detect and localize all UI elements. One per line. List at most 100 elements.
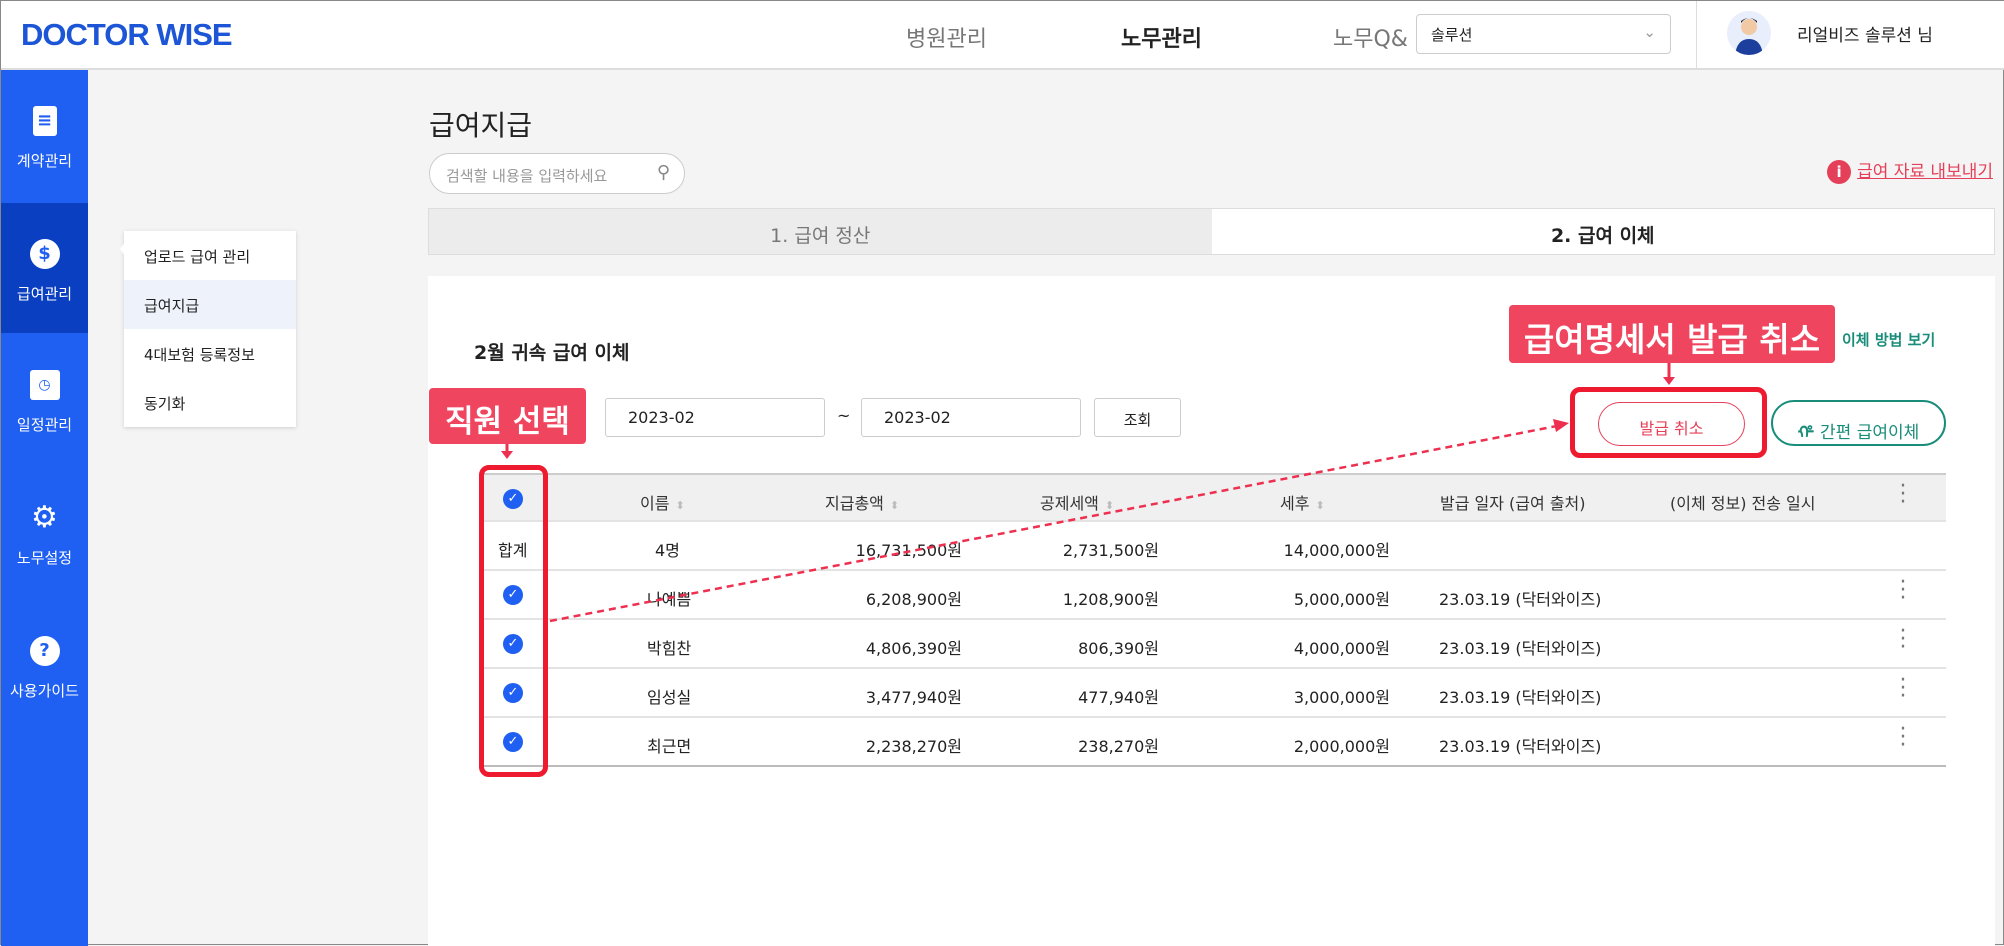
- total-deduction: 2,731,500원: [1062, 541, 1159, 560]
- tab-settlement[interactable]: 1. 급여 정산: [429, 209, 1212, 254]
- header-label: 공제세액: [1040, 494, 1099, 513]
- user-menu[interactable]: 리얼비즈 솔루션 님: [1696, 1, 2004, 70]
- total-count: 4명: [655, 541, 680, 560]
- solution-select[interactable]: 솔루션 ⌄: [1416, 14, 1671, 54]
- employee-name: 박힘찬: [647, 639, 692, 658]
- sidebar-item-payroll[interactable]: $ 급여관리: [1, 203, 88, 333]
- issued-date: 23.03.19 (닥터와이즈): [1439, 639, 1602, 658]
- sidebar-label: 계약관리: [16, 152, 73, 170]
- row-menu-icon[interactable]: · · ·: [1898, 621, 1908, 659]
- chevron-down-icon: ⌄: [1643, 23, 1656, 41]
- header-sent: (이체 정보) 전송 일시: [1670, 494, 1816, 513]
- employee-name: 나예쁨: [647, 590, 692, 609]
- sort-icon: ⬍: [1315, 499, 1325, 512]
- sidebar-item-schedule[interactable]: ◷ 일정관리: [1, 334, 88, 464]
- header-label: 이름: [640, 494, 670, 513]
- sidebar-label: 노무설정: [16, 549, 73, 567]
- sidebar-item-settings[interactable]: ⚙ 노무설정: [1, 467, 88, 597]
- date-separator: ~: [837, 406, 851, 425]
- gross-amount: 3,477,940원: [865, 688, 962, 707]
- sort-icon: ⬍: [675, 499, 685, 512]
- issued-date: 23.03.19 (닥터와이즈): [1439, 590, 1602, 609]
- total-gross: 16,731,500원: [855, 541, 962, 560]
- transfer-logo-icon: ᡥ: [1797, 423, 1815, 443]
- top-header: DOCTOR WISE 병원관리 노무관리 노무Q& 솔루션 ⌄ 리얼비즈 솔루션…: [1, 1, 2004, 70]
- page-title: 급여지급: [429, 109, 533, 142]
- document-icon: ≡: [32, 106, 57, 136]
- header-gross[interactable]: 지급총액 ⬍: [825, 490, 899, 514]
- search-input[interactable]: 검색할 내용을 입력하세요 ⚲: [429, 153, 685, 194]
- submenu-payment[interactable]: 급여지급: [124, 280, 296, 329]
- gear-icon: ⚙: [31, 500, 58, 535]
- employee-name: 최근면: [647, 737, 692, 756]
- table-row[interactable]: ✓ 박힘찬 4,806,390원 806,390원 4,000,000원 23.…: [480, 620, 1946, 669]
- tabs: 1. 급여 정산 2. 급여 이체: [428, 208, 1995, 255]
- header-name[interactable]: 이름 ⬍: [640, 490, 685, 514]
- table-header: ✓ 이름 ⬍ 지급총액 ⬍ 공제세액 ⬍ 세후 ⬍ 발급 일자 (급여 출처) (이체 …: [480, 473, 1946, 522]
- query-button[interactable]: 조회: [1094, 398, 1181, 437]
- export-link[interactable]: i 급여 자료 내보내기: [1827, 157, 1993, 184]
- question-icon: ?: [29, 636, 60, 666]
- search-placeholder: 검색할 내용을 입력하세요: [446, 167, 608, 185]
- table-row[interactable]: ✓ 나예쁨 6,208,900원 1,208,900원 5,000,000원 2…: [480, 571, 1946, 620]
- highlight-cancel: [1570, 387, 1767, 458]
- deduction-amount: 477,940원: [1078, 688, 1159, 707]
- header-deduction[interactable]: 공제세액 ⬍: [1040, 490, 1114, 514]
- header-label: 지급총액: [825, 494, 884, 513]
- gross-amount: 2,238,270원: [865, 737, 962, 756]
- how-to-link[interactable]: 이체 방법 보기: [1842, 329, 1935, 350]
- tab-transfer[interactable]: 2. 급여 이체: [1211, 209, 1994, 254]
- avatar: [1727, 11, 1771, 55]
- sidebar-label: 일정관리: [16, 416, 73, 434]
- sort-icon: ⬍: [1104, 499, 1115, 512]
- gross-amount: 4,806,390원: [865, 639, 962, 658]
- sidebar-item-contract[interactable]: ≡ 계약관리: [1, 70, 88, 200]
- calendar-icon: ◷: [29, 370, 60, 400]
- submenu-insurance[interactable]: 4대보험 등록정보: [124, 329, 296, 378]
- submenu-sync[interactable]: 동기화: [124, 378, 296, 427]
- nav-labor[interactable]: 노무관리: [1121, 21, 1202, 53]
- annotation-select: 직원 선택: [429, 388, 586, 444]
- sidebar-label: 급여관리: [16, 285, 73, 303]
- panel-title: 2월 귀속 급여 이체: [474, 342, 630, 364]
- sidebar-item-guide[interactable]: ? 사용가이드: [1, 600, 88, 730]
- user-name: 리얼비즈 솔루션 님: [1797, 26, 1933, 46]
- table-row[interactable]: ✓ 임성실 3,477,940원 477,940원 3,000,000원 23.…: [480, 669, 1946, 718]
- table-row[interactable]: ✓ 최근면 2,238,270원 238,270원 2,000,000원 23.…: [480, 718, 1946, 767]
- header-net[interactable]: 세후 ⬍: [1280, 490, 1325, 514]
- row-menu-icon[interactable]: · · ·: [1898, 572, 1908, 610]
- net-amount: 3,000,000원: [1293, 688, 1390, 707]
- export-label: 급여 자료 내보내기: [1857, 162, 1993, 182]
- employee-name: 임성실: [647, 688, 692, 707]
- easy-transfer-button[interactable]: ᡥ 간편 급여이체: [1771, 400, 1946, 446]
- annotation-cancel: 급여명세서 발급 취소: [1509, 305, 1835, 363]
- nav-qa[interactable]: 노무Q&: [1333, 21, 1408, 53]
- logo[interactable]: DOCTOR WISE: [21, 17, 233, 53]
- sort-icon: ⬍: [889, 499, 900, 512]
- sidebar-label: 사용가이드: [9, 682, 79, 700]
- issued-date: 23.03.19 (닥터와이즈): [1439, 688, 1602, 707]
- sidebar: ≡ 계약관리 $ 급여관리 ◷ 일정관리 ⚙ 노무설정 ? 사용가이드: [1, 70, 88, 946]
- submenu-upload[interactable]: 업로드 급여 관리: [124, 231, 296, 280]
- date-to-input[interactable]: 2023-02: [861, 398, 1081, 437]
- nav-hospital[interactable]: 병원관리: [906, 21, 987, 53]
- row-menu-icon[interactable]: · · ·: [1898, 719, 1908, 757]
- search-icon: ⚲: [656, 162, 670, 183]
- total-row: 합계 4명 16,731,500원 2,731,500원 14,000,000원: [480, 522, 1946, 571]
- info-icon: i: [1827, 160, 1852, 184]
- date-from-input[interactable]: 2023-02: [605, 398, 825, 437]
- header-label: 세후: [1280, 494, 1310, 513]
- row-menu-icon[interactable]: · · ·: [1898, 670, 1908, 708]
- solution-select-value: 솔루션: [1431, 26, 1473, 44]
- net-amount: 4,000,000원: [1293, 639, 1390, 658]
- deduction-amount: 806,390원: [1078, 639, 1159, 658]
- net-amount: 5,000,000원: [1293, 590, 1390, 609]
- highlight-checkboxes: [479, 465, 548, 777]
- payroll-submenu: 업로드 급여 관리 급여지급 4대보험 등록정보 동기화: [120, 231, 296, 427]
- net-amount: 2,000,000원: [1293, 737, 1390, 756]
- deduction-amount: 1,208,900원: [1062, 590, 1159, 609]
- header-issued: 발급 일자 (급여 출처): [1440, 494, 1586, 513]
- deduction-amount: 238,270원: [1078, 737, 1159, 756]
- column-menu-icon[interactable]: · · ·: [1898, 476, 1908, 514]
- total-net: 14,000,000원: [1283, 541, 1390, 560]
